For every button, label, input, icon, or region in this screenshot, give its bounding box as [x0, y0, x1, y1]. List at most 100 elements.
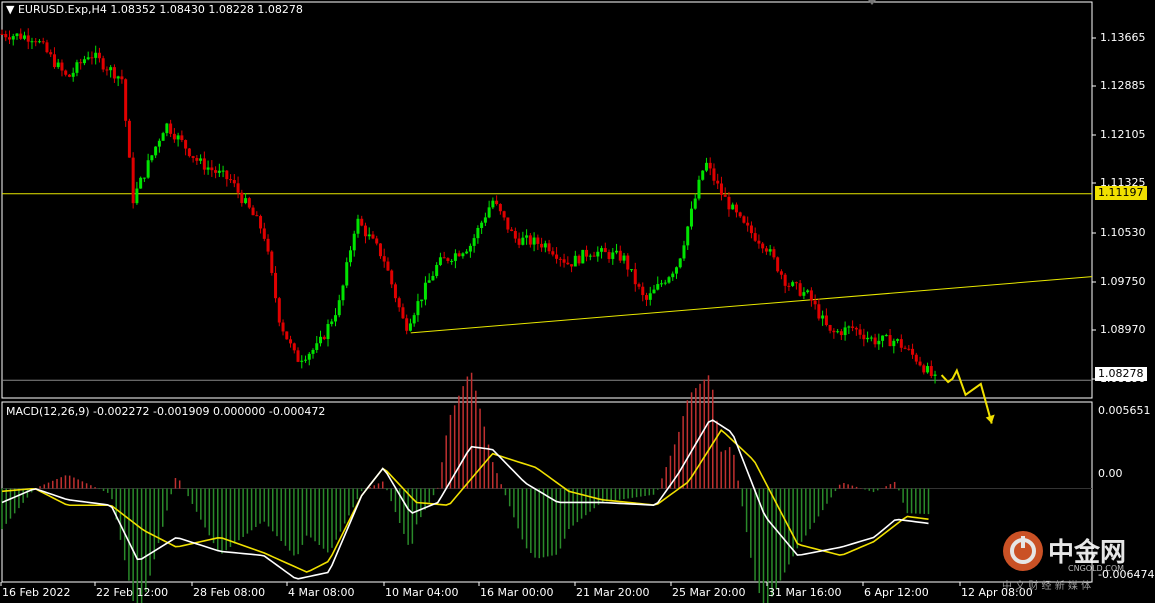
- candle-body: [540, 243, 544, 248]
- time-tick-label: 16 Feb 2022: [2, 586, 71, 599]
- candle-body: [67, 74, 71, 77]
- candle-body: [0, 33, 4, 35]
- candle-body: [480, 222, 484, 228]
- candle-body: [881, 335, 885, 341]
- candle-body: [783, 274, 787, 286]
- candle-body: [637, 284, 641, 287]
- candle-body: [442, 257, 446, 259]
- candle-body: [82, 59, 86, 64]
- candle-body: [645, 295, 649, 300]
- candle-body: [326, 324, 330, 340]
- candle-body: [105, 69, 109, 71]
- candle-body: [120, 76, 124, 80]
- candle-body: [757, 240, 761, 244]
- candle-body: [753, 233, 757, 241]
- time-tick-label: 28 Feb 08:00: [193, 586, 266, 599]
- price-tick-label: 1.13665: [1100, 31, 1146, 44]
- candle-body: [60, 62, 64, 71]
- candle-body: [689, 208, 693, 227]
- candle-body: [142, 177, 146, 179]
- candle-body: [896, 339, 900, 341]
- candle-body: [378, 243, 382, 257]
- candle-body: [611, 252, 615, 259]
- ohlc-close: 1.08278: [257, 3, 303, 16]
- candle-body: [127, 120, 131, 158]
- candle-body: [566, 262, 570, 265]
- candle-body: [678, 258, 682, 268]
- candle-body: [11, 36, 15, 40]
- candle-body: [337, 300, 341, 316]
- candle-body: [461, 253, 465, 257]
- candle-body: [547, 243, 551, 252]
- candle-body: [506, 217, 510, 230]
- candle-body: [858, 329, 862, 335]
- candle-body: [558, 258, 562, 260]
- candle-body: [375, 238, 379, 244]
- candle-body: [135, 188, 139, 204]
- candle-body: [794, 282, 798, 284]
- candle-body: [510, 229, 514, 232]
- candle-body: [641, 286, 645, 296]
- candle-body: [791, 282, 795, 286]
- candle-body: [262, 228, 266, 239]
- candle-body: [438, 257, 442, 265]
- candle-body: [26, 35, 30, 42]
- candle-body: [742, 216, 746, 223]
- candle-body: [457, 253, 461, 257]
- candle-body: [570, 264, 574, 267]
- candle-body: [236, 183, 240, 193]
- candle-body: [420, 299, 424, 302]
- candle-body: [45, 42, 49, 53]
- candle-body: [686, 226, 690, 246]
- time-tick-label: 4 Mar 08:00: [288, 586, 355, 599]
- candle-body: [15, 33, 19, 37]
- candle-body: [333, 315, 337, 322]
- price-tick-label: 1.10530: [1100, 226, 1146, 239]
- watermark-sub: CNGOLD.COM: [1068, 564, 1125, 573]
- candle-body: [199, 158, 203, 161]
- candle-body: [146, 160, 150, 178]
- macd-header: MACD(12,26,9) -0.002272 -0.001909 0.0000…: [6, 405, 326, 418]
- watermark-tagline: 中 文 财 经 新 媒 体: [1002, 581, 1092, 592]
- trendline: [410, 276, 1093, 334]
- candle-body: [779, 271, 783, 275]
- candle-body: [202, 158, 206, 170]
- candle-body: [704, 162, 708, 171]
- time-tick-label: 16 Mar 00:00: [480, 586, 554, 599]
- candle-body: [251, 207, 255, 216]
- candle-body: [622, 255, 626, 261]
- candle-body: [731, 204, 735, 210]
- collapse-triangle-icon[interactable]: ▼: [6, 3, 14, 16]
- candle-body: [693, 198, 697, 209]
- candle-body: [423, 282, 427, 300]
- candle-body: [221, 170, 225, 172]
- candle-body: [176, 135, 180, 140]
- candle-body: [401, 307, 405, 319]
- candle-body: [292, 343, 296, 351]
- candle-body: [764, 248, 768, 252]
- candle-body: [371, 234, 375, 239]
- candle-body: [802, 292, 806, 296]
- candle-body: [712, 168, 716, 181]
- candle-body: [899, 339, 903, 348]
- candle-body: [49, 52, 53, 55]
- candle-body: [367, 234, 371, 237]
- candle-body: [277, 298, 281, 323]
- candle-body: [22, 35, 26, 39]
- candle-body: [191, 156, 195, 158]
- candle-body: [345, 262, 349, 286]
- candle-body: [289, 339, 293, 344]
- candle-body: [588, 255, 592, 257]
- chart-canvas: [0, 0, 1096, 603]
- candle-body: [412, 315, 416, 324]
- candle-body: [131, 157, 135, 204]
- candle-body: [19, 33, 23, 39]
- candle-body: [543, 243, 547, 248]
- candle-body: [64, 70, 68, 75]
- candle-body: [615, 250, 619, 253]
- candle-body: [734, 204, 738, 213]
- candle-body: [330, 321, 334, 325]
- candle-body: [468, 245, 472, 252]
- candle-body: [723, 194, 727, 197]
- candle-body: [761, 243, 765, 249]
